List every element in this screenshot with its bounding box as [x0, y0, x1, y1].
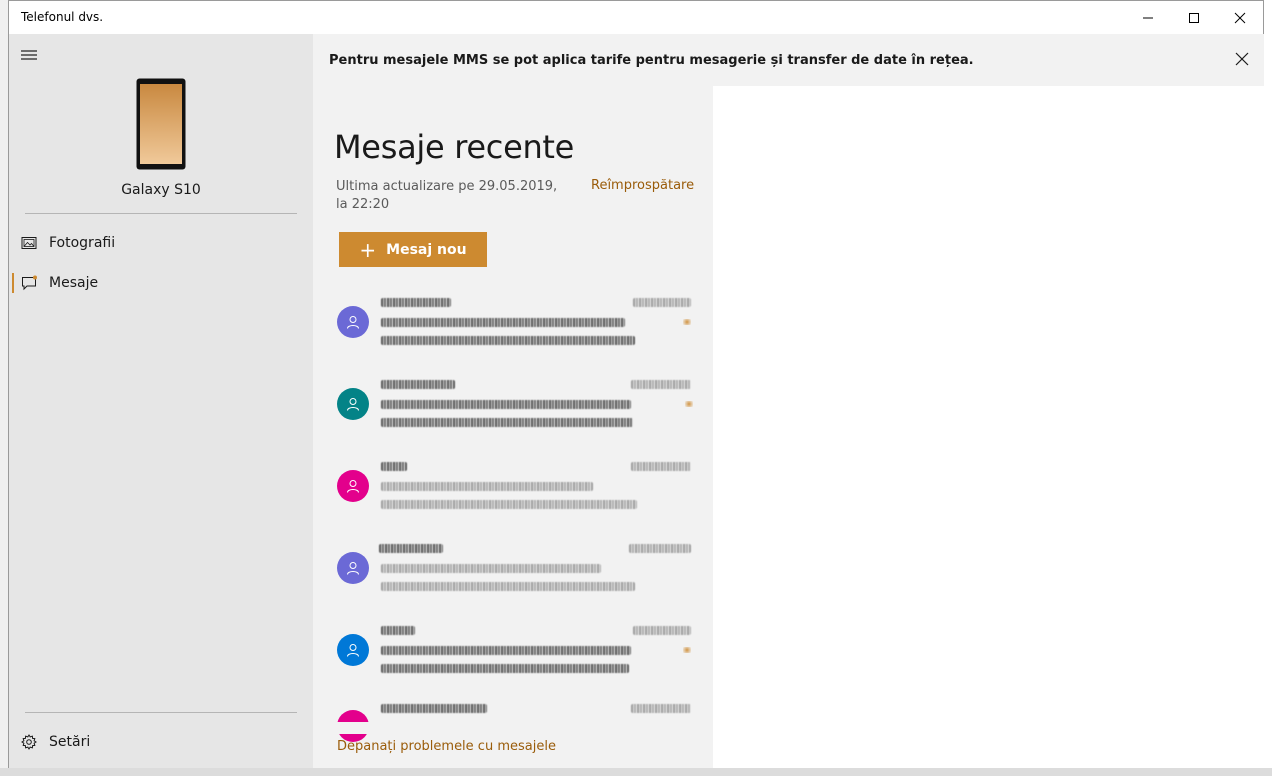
list-item[interactable] [313, 368, 713, 452]
plus-icon: + [359, 237, 377, 262]
redacted-preview [381, 482, 593, 491]
person-icon [347, 316, 359, 329]
sidebar-item-label: Fotografii [49, 235, 116, 251]
redacted-preview [381, 646, 631, 655]
redacted-preview [381, 500, 637, 509]
message-icon [22, 275, 37, 291]
minimize-button[interactable] [1125, 1, 1171, 34]
redacted-preview [381, 564, 601, 573]
device-name: Galaxy S10 [121, 182, 201, 198]
last-update-text: Ultima actualizare pe 29.05.2019, la 22:… [336, 179, 558, 212]
maximize-icon [1189, 12, 1199, 23]
app-window: Telefonul dvs. Galaxy S10 Fotografii Mes… [8, 0, 1265, 769]
troubleshoot-link[interactable]: Depanați problemele cu mesajele [337, 739, 556, 754]
background-desktop-left [0, 0, 8, 776]
avatar [337, 552, 369, 584]
redacted-sender [381, 462, 407, 471]
redacted-date [633, 298, 691, 307]
settings-label: Setări [49, 734, 91, 750]
sidebar-divider [25, 712, 297, 713]
unread-indicator [683, 319, 691, 325]
gear-icon [21, 734, 37, 750]
redacted-preview [381, 418, 633, 427]
avatar [337, 306, 369, 338]
list-clip [313, 722, 713, 734]
sidebar-item-label: Mesaje [49, 275, 99, 291]
conversation-detail-pane [713, 86, 1265, 769]
person-icon [347, 398, 359, 411]
sidebar: Galaxy S10 Fotografii Mesaje Setări [9, 34, 313, 769]
minimize-icon [1143, 17, 1153, 18]
page-title: Mesaje recente [334, 128, 575, 166]
avatar [337, 634, 369, 666]
close-icon[interactable] [1235, 52, 1249, 66]
close-window-button[interactable] [1217, 1, 1263, 34]
person-icon [347, 562, 359, 575]
photos-icon [21, 237, 37, 249]
redacted-preview [381, 400, 631, 409]
phone-image [136, 78, 186, 170]
redacted-date [631, 380, 691, 389]
sidebar-divider [25, 213, 297, 214]
redacted-preview [381, 318, 625, 327]
redacted-preview [381, 582, 635, 591]
background-desktop-bottom [0, 768, 1272, 776]
redacted-preview [381, 336, 635, 345]
redacted-date [633, 626, 691, 635]
unread-indicator [683, 647, 691, 653]
maximize-button[interactable] [1171, 1, 1217, 34]
redacted-sender [381, 704, 487, 713]
window-title: Telefonul dvs. [21, 10, 104, 24]
list-item[interactable] [313, 614, 713, 698]
redacted-date [631, 462, 691, 471]
list-item[interactable] [313, 450, 713, 534]
close-icon [1234, 12, 1246, 23]
redacted-date [629, 544, 691, 553]
title-bar: Telefonul dvs. [9, 1, 1263, 34]
list-item[interactable] [313, 286, 713, 370]
avatar [337, 470, 369, 502]
unread-indicator [685, 401, 693, 407]
refresh-link[interactable]: Reîmprospătare [591, 178, 694, 193]
redacted-preview [381, 664, 629, 673]
active-indicator [12, 273, 14, 293]
background-window-edge [1264, 0, 1272, 776]
messages-list-pane: Mesaje recente Ultima actualizare pe 29.… [313, 86, 713, 769]
sidebar-item-photos[interactable]: Fotografii [9, 223, 313, 263]
new-message-button[interactable]: + Mesaj nou [339, 232, 487, 267]
mms-info-banner: Pentru mesajele MMS se pot aplica tarife… [313, 34, 1265, 86]
hamburger-menu-icon[interactable] [21, 48, 37, 62]
avatar [337, 388, 369, 420]
redacted-sender [381, 298, 451, 307]
redacted-sender [379, 544, 443, 553]
settings-button[interactable]: Setări [9, 722, 313, 762]
person-icon [347, 480, 359, 493]
new-message-label: Mesaj nou [386, 241, 467, 258]
person-icon [347, 644, 359, 657]
redacted-date [631, 704, 691, 713]
redacted-sender [381, 626, 415, 635]
list-item[interactable] [313, 532, 713, 616]
redacted-sender [381, 380, 455, 389]
banner-text: Pentru mesajele MMS se pot aplica tarife… [329, 53, 974, 68]
sidebar-item-messages[interactable]: Mesaje [9, 263, 313, 303]
